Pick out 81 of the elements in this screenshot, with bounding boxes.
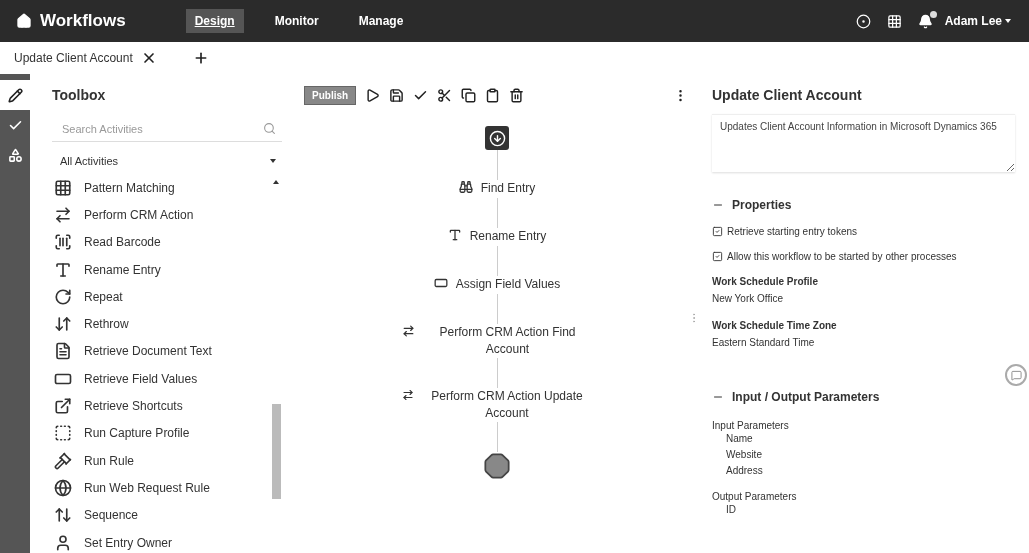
checkbox-label: Allow this workflow to be started by other processes: [727, 251, 957, 262]
status-icon[interactable]: [855, 13, 871, 29]
barcode-icon: [54, 233, 72, 252]
save-icon[interactable]: [389, 87, 405, 103]
shapes-icon: [7, 147, 23, 163]
field-icon: [433, 276, 448, 290]
activity-item[interactable]: Retrieve Shortcuts: [84, 399, 183, 413]
home-icon[interactable]: [16, 13, 32, 29]
letter-icon: [54, 260, 72, 279]
parameter-group-label: Output Parameters: [712, 491, 798, 502]
arrows-icon: [54, 315, 72, 334]
binoculars-icon: [458, 180, 473, 194]
section-header[interactable]: Properties: [712, 198, 1015, 212]
dashed-square-icon: [54, 424, 72, 443]
user-icon: [54, 533, 72, 552]
paste-icon[interactable]: [485, 87, 501, 103]
parameter-group-label: Input Parameters: [712, 420, 790, 431]
start-node[interactable]: [485, 126, 509, 150]
document-icon: [54, 342, 72, 361]
arrows-icon: [54, 506, 72, 525]
arrows-icon: [402, 324, 415, 338]
globe-icon: [54, 478, 72, 497]
search-icon[interactable]: [263, 122, 276, 135]
section-header[interactable]: Input / Output Parameters: [712, 390, 1015, 404]
scrollbar-thumb[interactable]: [271, 404, 281, 499]
parameter-name: Website: [725, 448, 763, 462]
arrows-icon: [402, 388, 415, 402]
end-node[interactable]: [483, 452, 511, 480]
checkbox[interactable]: [712, 251, 723, 262]
gavel-icon: [54, 451, 72, 470]
field-label: Work Schedule Profile: [712, 276, 819, 287]
activity-item[interactable]: Run Capture Profile: [84, 426, 190, 441]
scroll-up-icon[interactable]: [273, 180, 279, 184]
activity-filter-dropdown[interactable]: All Activities: [52, 148, 282, 174]
description-field[interactable]: Updates Client Account Information in Microsoft Dynamics 365: [712, 114, 1015, 172]
activity-item[interactable]: Rename Entry: [84, 262, 161, 277]
pencil-icon: [7, 87, 23, 103]
arrows-icon: [54, 205, 72, 224]
workflow-step[interactable]: Assign Field Values: [455, 276, 561, 293]
workflow-step[interactable]: Find Entry: [480, 180, 536, 197]
apps-icon[interactable]: [886, 13, 902, 29]
copy-icon[interactable]: [461, 87, 477, 103]
activity-item[interactable]: Rethrow: [84, 317, 129, 332]
workflow-step[interactable]: Perform CRM Action Update Account: [422, 388, 592, 422]
play-icon[interactable]: [365, 87, 381, 103]
parameter-name: Address: [725, 464, 764, 478]
grid-icon: [54, 178, 72, 197]
panel-title: Toolbox: [52, 86, 107, 105]
activity-item[interactable]: Run Web Request Rule: [84, 480, 210, 495]
activity-item[interactable]: Perform CRM Action: [84, 207, 194, 222]
activity-item[interactable]: Set Entry Owner: [84, 535, 173, 550]
nav-tab[interactable]: Monitor: [265, 9, 328, 33]
nav-tab[interactable]: Manage: [349, 9, 413, 33]
delete-icon[interactable]: [509, 87, 525, 103]
parameter-name: Name: [725, 432, 754, 446]
publish-button[interactable]: Publish: [304, 85, 357, 105]
checkbox-label: Retrieve starting entry tokens: [727, 226, 858, 237]
activity-item[interactable]: Pattern Matching: [84, 180, 175, 195]
shortcut-icon: [54, 397, 72, 415]
workflow-step[interactable]: Perform CRM Action Find Account: [423, 324, 592, 358]
nav-tab[interactable]: Design: [185, 9, 244, 33]
activity-item[interactable]: Run Rule: [84, 453, 135, 468]
activity-item[interactable]: Retrieve Document Text: [84, 344, 212, 359]
user-menu[interactable]: Adam Lee: [938, 13, 1017, 29]
panel-title: Update Client Account: [712, 86, 863, 105]
cut-icon[interactable]: [437, 87, 453, 103]
checkbox[interactable]: [712, 226, 723, 237]
app-title: Workflows: [40, 11, 126, 31]
field-value: Eastern Standard Time: [712, 337, 816, 348]
field-value: New York Office: [712, 293, 784, 304]
letter-icon: [447, 228, 462, 242]
activity-item[interactable]: Retrieve Field Values: [84, 371, 198, 386]
document-tab[interactable]: Update Client Account: [14, 51, 133, 65]
rotate-icon: [54, 287, 72, 306]
workflow-step[interactable]: Rename Entry: [469, 228, 547, 245]
activity-item[interactable]: Sequence: [84, 508, 139, 523]
parameter-name: ID: [725, 503, 737, 517]
rail-button[interactable]: [0, 80, 30, 110]
activity-item[interactable]: Repeat: [84, 289, 123, 304]
field-label: Work Schedule Time Zone: [712, 320, 838, 331]
activity-item[interactable]: Read Barcode: [84, 235, 161, 250]
